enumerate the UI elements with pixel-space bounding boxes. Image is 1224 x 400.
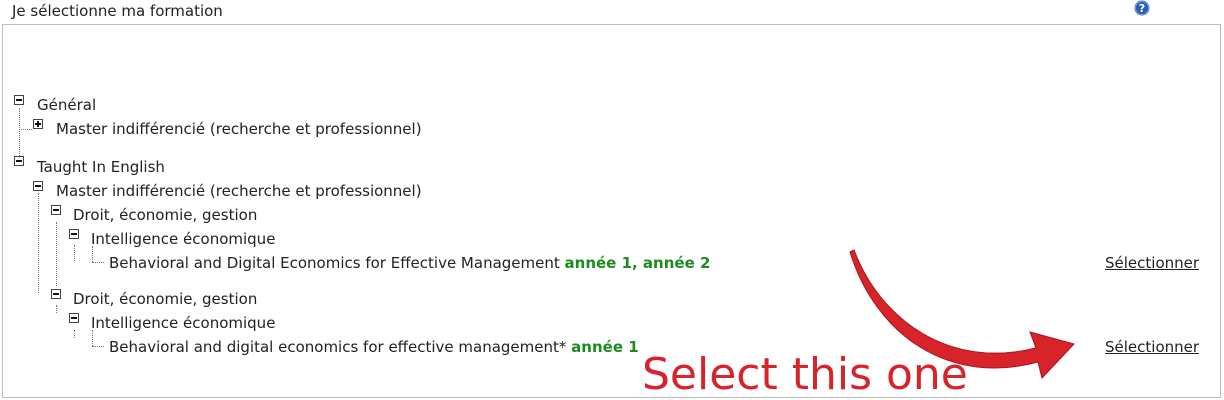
course-item: Behavioral and digital economics for eff… <box>109 338 639 356</box>
collapse-icon[interactable] <box>51 289 61 299</box>
svg-text:?: ? <box>1139 2 1145 15</box>
help-icon[interactable]: ? <box>1134 0 1150 16</box>
tree-connector <box>74 245 75 261</box>
tree-node-domain[interactable]: Droit, économie, gestion <box>73 206 257 224</box>
tree-connector <box>92 330 93 346</box>
course-years: année 1, année 2 <box>564 254 711 272</box>
tree-connector <box>19 129 32 130</box>
collapse-icon[interactable] <box>51 205 61 215</box>
tree-connector <box>38 193 39 293</box>
tree-connector <box>56 305 57 313</box>
tree-connector <box>74 330 75 338</box>
course-name: Behavioral and Digital Economics for Eff… <box>109 254 560 272</box>
collapse-icon[interactable] <box>69 229 79 239</box>
tree-node-english[interactable]: Taught In English <box>37 158 165 176</box>
collapse-icon[interactable] <box>14 156 24 166</box>
course-years: année 1 <box>571 338 639 356</box>
collapse-icon[interactable] <box>33 181 43 191</box>
select-button[interactable]: Sélectionner <box>1105 254 1199 272</box>
tree-connector <box>92 246 93 262</box>
course-name: Behavioral and digital economics for eff… <box>109 338 567 356</box>
annotation-text: Select this one <box>642 349 968 400</box>
expand-icon[interactable] <box>33 119 43 129</box>
tree-connector <box>56 222 57 286</box>
tree-node-english-master[interactable]: Master indifférencié (recherche et profe… <box>56 182 422 200</box>
page-title: Je sélectionne ma formation <box>12 2 223 20</box>
tree-node-domain[interactable]: Droit, économie, gestion <box>73 290 257 308</box>
tree-connector <box>92 262 104 263</box>
tree-node-mention[interactable]: Intelligence économique <box>91 230 275 248</box>
tree-node-general[interactable]: Général <box>37 96 96 114</box>
tree-node-mention[interactable]: Intelligence économique <box>91 314 275 332</box>
course-item: Behavioral and Digital Economics for Eff… <box>109 254 710 272</box>
tree-connector <box>19 108 20 162</box>
tree-node-general-master[interactable]: Master indifférencié (recherche et profe… <box>56 120 422 138</box>
collapse-icon[interactable] <box>14 95 24 105</box>
collapse-icon[interactable] <box>69 313 79 323</box>
select-button[interactable]: Sélectionner <box>1105 338 1199 356</box>
tree-connector <box>92 346 104 347</box>
